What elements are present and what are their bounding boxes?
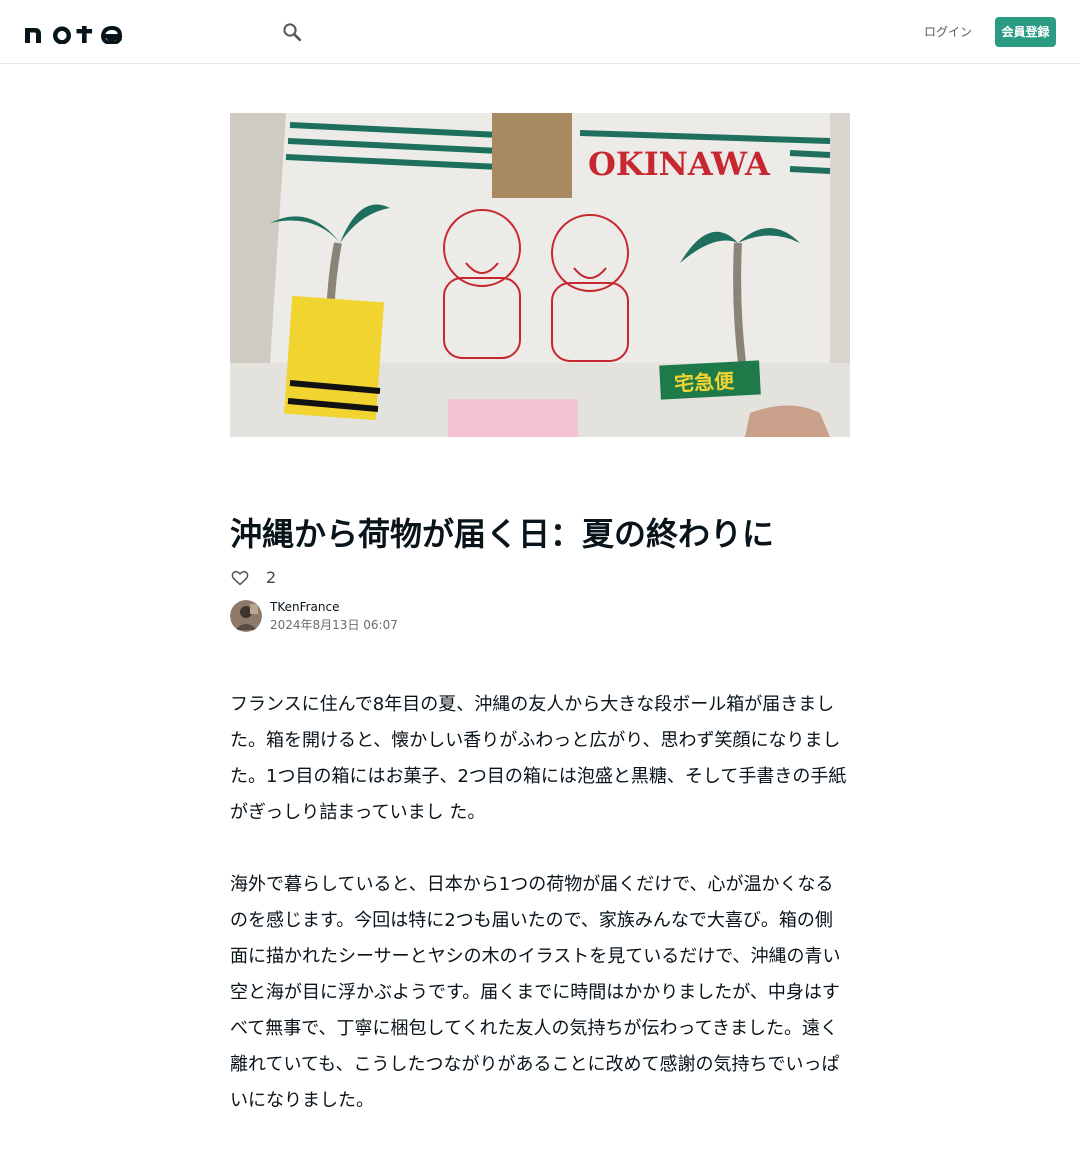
like-count: 2 [266,568,277,587]
author-avatar[interactable] [230,600,262,632]
top-navigation-bar: ログイン 会員登録 [0,0,1080,64]
article: OKINAWA 宅急便 沖縄から荷物が届く日：夏の終わりに 2 TKenFran… [230,113,850,1155]
author-name[interactable]: TKenFrance [270,598,398,616]
note-logo[interactable] [24,20,122,44]
article-body: フランスに住んで8年目の夏、沖縄の友人から大きな段ボール箱が届きました。箱を開け… [230,687,850,1119]
hero-image: OKINAWA 宅急便 [230,113,850,437]
login-link[interactable]: ログイン [920,22,976,42]
author-block: TKenFrance 2024年8月13日 06:07 [230,599,850,633]
article-title: 沖縄から荷物が届く日：夏の終わりに [230,515,775,553]
search-icon[interactable] [280,20,304,44]
heart-outline-icon[interactable] [230,568,250,588]
like-section: 2 [230,567,850,589]
box-brand-text: OKINAWA [588,145,771,183]
post-date: 2024年8月13日 06:07 [270,618,398,632]
article-paragraph: 海外で暮らしていると、日本から1つの荷物が届くだけで、心が温かくなるのを感じます… [230,874,841,1111]
article-paragraph: フランスに住んで8年目の夏、沖縄の友人から大きな段ボール箱が届きました。箱を開け… [230,694,847,823]
author-meta: TKenFrance 2024年8月13日 06:07 [270,598,398,634]
signup-button[interactable]: 会員登録 [995,17,1056,47]
delivery-stamp-text: 宅急便 [674,369,736,396]
